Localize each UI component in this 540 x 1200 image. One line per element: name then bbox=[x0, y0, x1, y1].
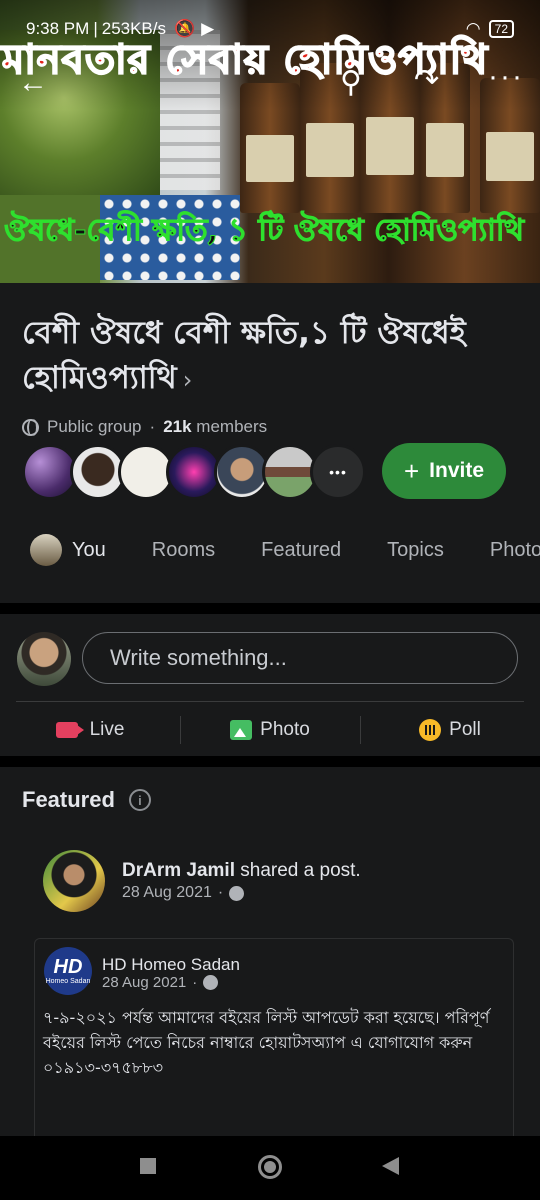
live-video-icon bbox=[55, 722, 84, 738]
invite-button[interactable]: + Invite bbox=[382, 443, 506, 499]
group-tabs: You Rooms Featured Topics Photo bbox=[0, 525, 540, 575]
shared-date-text[interactable]: 28 Aug 2021 bbox=[102, 974, 186, 991]
live-button[interactable]: Live bbox=[0, 708, 180, 752]
group-meta: Public group · 21k members bbox=[22, 417, 518, 437]
tab-featured[interactable]: Featured bbox=[261, 539, 341, 562]
plus-icon: + bbox=[403, 455, 420, 486]
wifi-icon: ◠ bbox=[465, 19, 481, 38]
post-date: 28 Aug 2021 · bbox=[122, 884, 245, 902]
tab-topics[interactable]: Topics bbox=[387, 539, 444, 562]
meta-separator: · bbox=[149, 417, 156, 436]
shared-post-text: ৭-৯-২০২১ পর্যন্ত আমাদের বইয়ের লিস্ট আপড… bbox=[43, 1008, 490, 1077]
youtube-icon: ▶ bbox=[201, 19, 215, 38]
post-date-text[interactable]: 28 Aug 2021 bbox=[122, 884, 212, 902]
section-divider bbox=[0, 603, 540, 614]
mute-icon: 🔕 bbox=[174, 19, 196, 38]
group-title-text: বেশী ঔষধে বেশী ক্ষতি,১ টি ঔষধেই হোমিওপ্য… bbox=[22, 315, 466, 396]
write-something-input[interactable]: Write something... bbox=[82, 632, 518, 684]
photo-icon bbox=[230, 720, 253, 740]
avatar[interactable] bbox=[43, 850, 105, 912]
live-label: Live bbox=[89, 719, 125, 740]
photo-button[interactable]: Photo bbox=[180, 708, 360, 752]
composer-actions: Live Photo Poll bbox=[0, 708, 540, 752]
back-icon[interactable] bbox=[382, 1157, 399, 1175]
globe-icon bbox=[229, 885, 245, 901]
post-author-name[interactable]: DrArm Jamil bbox=[122, 860, 235, 881]
battery-icon: 72 bbox=[488, 20, 514, 38]
avatar[interactable] bbox=[17, 632, 71, 686]
group-info-section: বেশী ঔষধে বেশী ক্ষতি,১ টি ঔষধেই হোমিওপ্য… bbox=[0, 283, 540, 603]
invite-label: Invite bbox=[429, 459, 485, 482]
member-count[interactable]: 21k members bbox=[163, 417, 267, 437]
more-options-icon[interactable]: ··· bbox=[488, 62, 524, 92]
search-icon[interactable]: ⚲ bbox=[340, 68, 362, 98]
date-separator: · bbox=[192, 974, 198, 991]
shared-post-card[interactable]: HD Homeo Sadan HD Homeo Sadan 28 Aug 202… bbox=[34, 938, 514, 1138]
section-divider bbox=[0, 756, 540, 767]
member-avatars[interactable]: ••• bbox=[22, 444, 366, 500]
group-privacy: Public group bbox=[47, 417, 142, 436]
post-author-line: DrArm Jamil shared a post. bbox=[122, 860, 361, 882]
post-composer: Write something... Live Photo Poll bbox=[0, 614, 540, 756]
page-logo[interactable]: HD Homeo Sadan bbox=[44, 947, 92, 995]
group-title[interactable]: বেশী ঔষধে বেশী ক্ষতি,১ টি ঔষধেই হোমিওপ্য… bbox=[22, 311, 522, 403]
tab-label: You bbox=[72, 538, 106, 561]
shared-page-name[interactable]: HD Homeo Sadan bbox=[102, 955, 240, 975]
avatar bbox=[30, 534, 62, 566]
date-separator: · bbox=[217, 884, 224, 901]
share-icon[interactable]: ↷ bbox=[414, 66, 439, 96]
featured-heading: Featured i bbox=[22, 787, 151, 813]
cover-title-bottom: ঔষধে-বেশী ক্ষতি, ১ টি ঔষধে হোমিওপ্যাথি bbox=[4, 213, 525, 249]
recents-icon[interactable] bbox=[140, 1158, 156, 1174]
poll-icon bbox=[419, 719, 442, 741]
poll-button[interactable]: Poll bbox=[360, 708, 540, 752]
photo-label: Photo bbox=[260, 719, 310, 740]
home-icon[interactable] bbox=[258, 1155, 282, 1179]
chevron-right-icon: › bbox=[182, 366, 193, 394]
shared-post-date: 28 Aug 2021 · bbox=[102, 974, 219, 991]
tab-rooms[interactable]: Rooms bbox=[152, 539, 215, 562]
more-members-icon[interactable]: ••• bbox=[310, 444, 366, 500]
logo-subtext: Homeo Sadan bbox=[45, 978, 91, 985]
status-bar: 9:38 PM | 253KB/s 🔕 ▶ ◠ 72 bbox=[0, 14, 540, 44]
info-icon[interactable]: i bbox=[128, 789, 151, 811]
logo-text: HD bbox=[53, 956, 83, 978]
featured-section: Featured i DrArm Jamil shared a post. 28… bbox=[0, 767, 540, 1138]
tab-photos[interactable]: Photo bbox=[490, 539, 540, 562]
globe-icon bbox=[203, 975, 219, 990]
tab-you[interactable]: You bbox=[30, 534, 106, 566]
featured-title: Featured bbox=[22, 787, 115, 812]
post-action: shared a post. bbox=[240, 860, 361, 881]
status-time: 9:38 PM bbox=[26, 19, 90, 38]
globe-icon bbox=[22, 418, 39, 436]
divider bbox=[16, 701, 524, 702]
back-arrow-icon[interactable]: ← bbox=[18, 68, 48, 98]
poll-label: Poll bbox=[449, 719, 481, 740]
system-nav-bar bbox=[0, 1136, 540, 1200]
status-speed: 253KB/s bbox=[101, 19, 166, 38]
